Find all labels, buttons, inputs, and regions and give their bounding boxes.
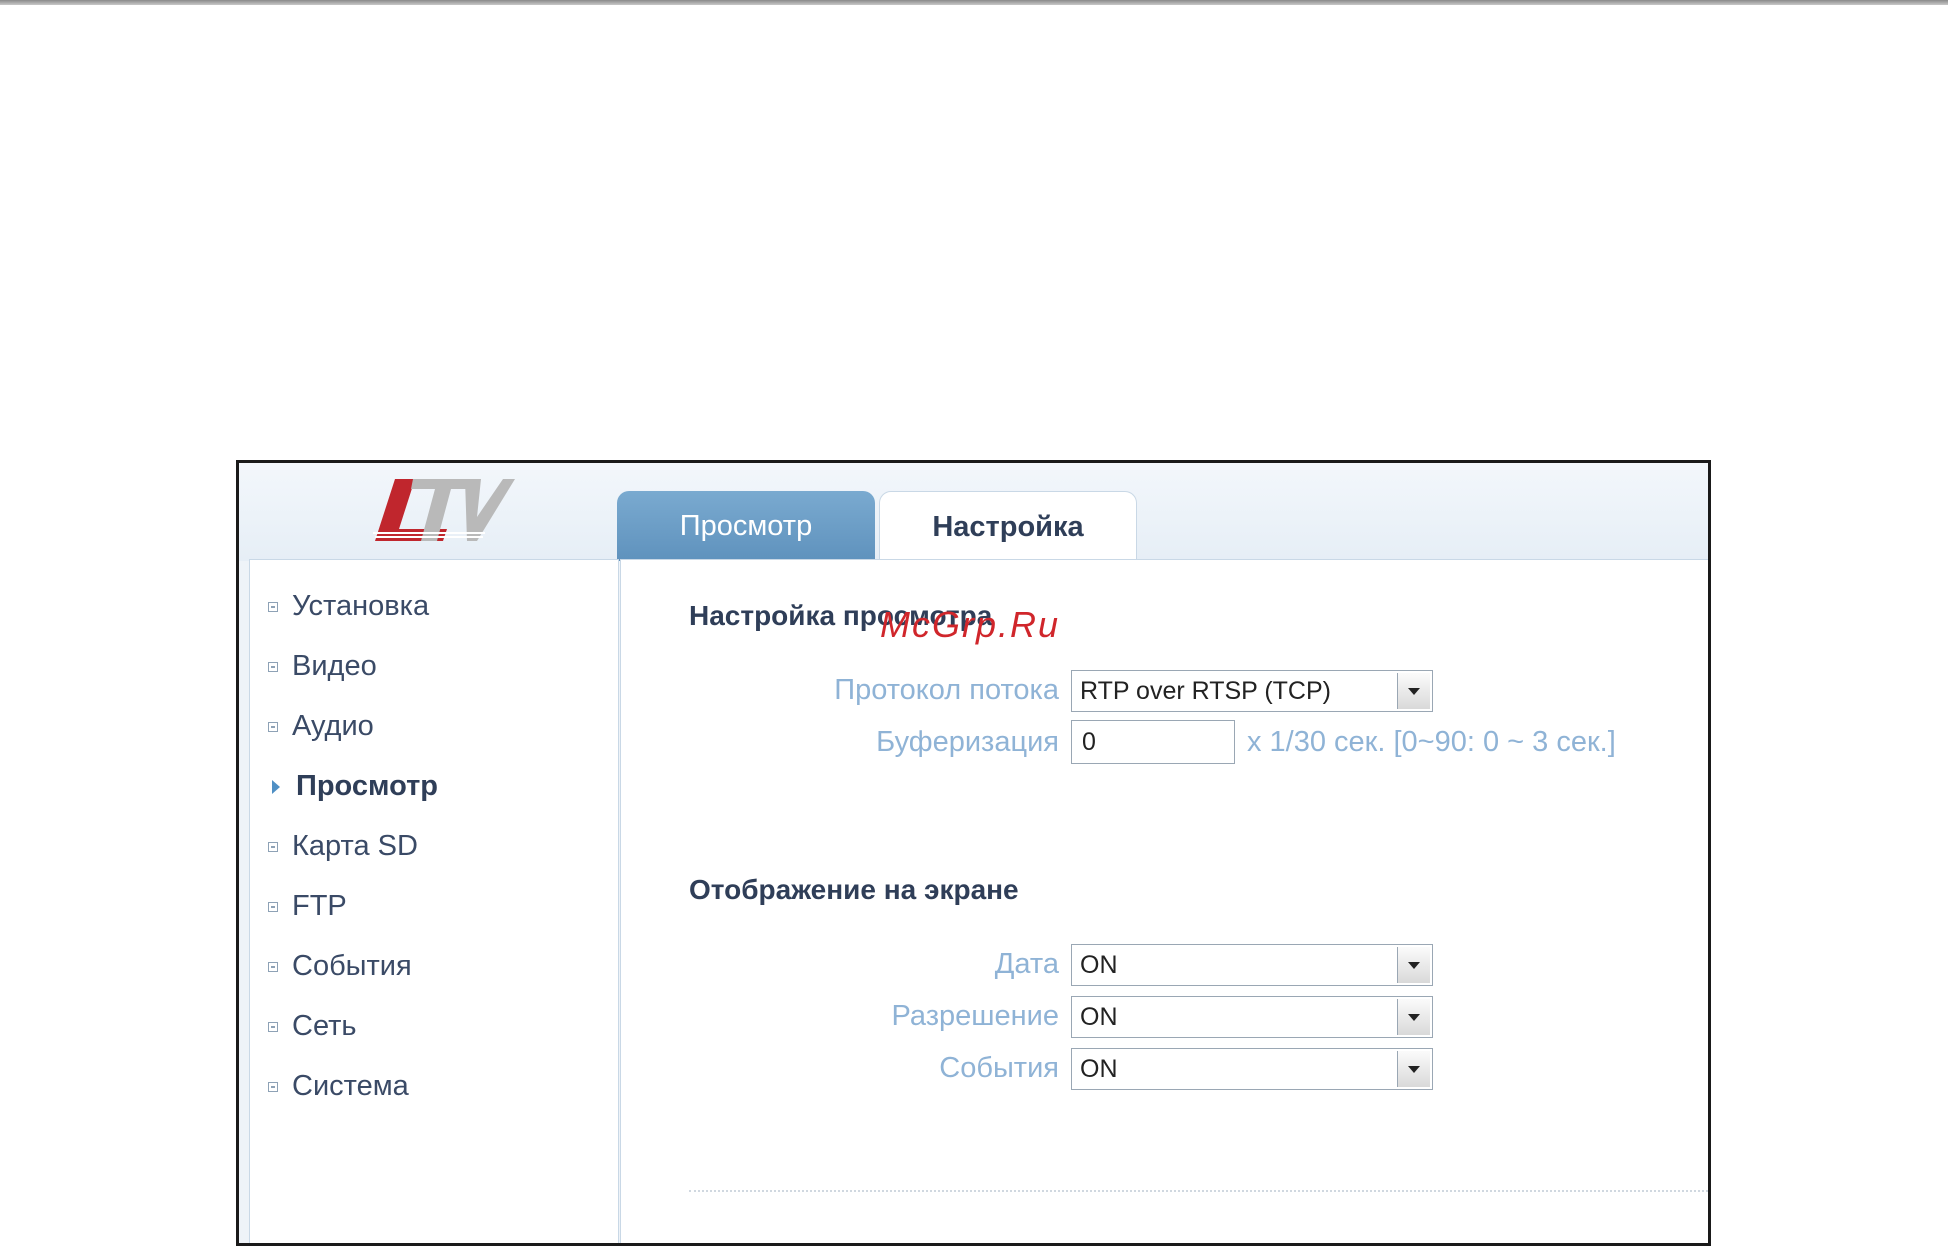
sidebar-item-view[interactable]: Просмотр	[268, 770, 438, 803]
sidebar-item-label: Просмотр	[296, 770, 438, 802]
sidebar-item-video[interactable]: Видео	[268, 650, 377, 683]
chevron-down-icon[interactable]	[1397, 947, 1430, 983]
sidebar-item-label: События	[292, 950, 412, 982]
tab-settings[interactable]: Настройка	[879, 491, 1137, 563]
expand-box-icon	[268, 841, 278, 852]
expand-box-icon	[268, 1021, 278, 1032]
sidebar-item-label: Система	[292, 1070, 409, 1102]
osd-resolution-value: ON	[1080, 1003, 1118, 1031]
ltv-logo	[373, 479, 515, 541]
expand-box-icon	[268, 1081, 278, 1092]
expand-box-icon	[268, 601, 278, 612]
osd-date-value: ON	[1080, 951, 1118, 979]
watermark: McGrp.Ru	[880, 604, 1061, 645]
osd-date-label: Дата	[994, 948, 1059, 980]
settings-content: Настройка просмотра Протокол потока RTP …	[620, 559, 1708, 1243]
top-rule	[0, 0, 1948, 5]
sidebar-item-network[interactable]: Сеть	[268, 1010, 357, 1043]
osd-events-value: ON	[1080, 1055, 1118, 1083]
buffering-input[interactable]: 0	[1071, 720, 1235, 764]
sidebar-item-events[interactable]: События	[268, 950, 412, 983]
sidebar-item-setup[interactable]: Установка	[268, 590, 429, 623]
sidebar-item-system[interactable]: Система	[268, 1070, 409, 1103]
sidebar: Установка Видео Аудио Просмотр Карта SD …	[249, 559, 619, 1243]
osd-resolution-label: Разрешение	[891, 1000, 1059, 1032]
buffering-label: Буферизация	[876, 726, 1059, 758]
expand-box-icon	[268, 661, 278, 672]
osd-events-select[interactable]: ON	[1071, 1048, 1433, 1090]
sidebar-item-audio[interactable]: Аудио	[268, 710, 374, 743]
sidebar-item-label: Видео	[292, 650, 377, 682]
expand-box-icon	[268, 961, 278, 972]
buffering-hint: x 1/30 сек. [0~90: 0 ~ 3 сек.]	[1247, 726, 1616, 758]
sidebar-item-label: Аудио	[292, 710, 374, 742]
sidebar-item-ftp[interactable]: FTP	[268, 890, 347, 923]
arrow-right-icon	[272, 779, 280, 794]
camera-web-ui: Просмотр Настройка Установка Видео Аудио…	[236, 460, 1711, 1246]
header: Просмотр Настройка	[239, 463, 1708, 563]
expand-box-icon	[268, 901, 278, 912]
sidebar-item-label: Установка	[292, 590, 430, 622]
chevron-down-icon[interactable]	[1397, 999, 1430, 1035]
expand-box-icon	[268, 721, 278, 732]
osd-events-label: События	[939, 1052, 1059, 1084]
tab-view[interactable]: Просмотр	[617, 491, 875, 561]
chevron-down-icon[interactable]	[1397, 673, 1430, 709]
osd-title: Отображение на экране	[689, 874, 1019, 905]
protocol-label: Протокол потока	[834, 674, 1059, 706]
sidebar-item-label: Сеть	[292, 1010, 357, 1042]
osd-resolution-select[interactable]: ON	[1071, 996, 1433, 1038]
sidebar-item-label: FTP	[292, 890, 347, 922]
sidebar-item-label: Карта SD	[292, 830, 418, 862]
section-divider	[689, 1190, 1708, 1192]
protocol-value: RTP over RTSP (TCP)	[1080, 677, 1331, 705]
chevron-down-icon[interactable]	[1397, 1051, 1430, 1087]
osd-date-select[interactable]: ON	[1071, 944, 1433, 986]
protocol-select[interactable]: RTP over RTSP (TCP)	[1071, 670, 1433, 712]
sidebar-item-sd-card[interactable]: Карта SD	[268, 830, 418, 863]
